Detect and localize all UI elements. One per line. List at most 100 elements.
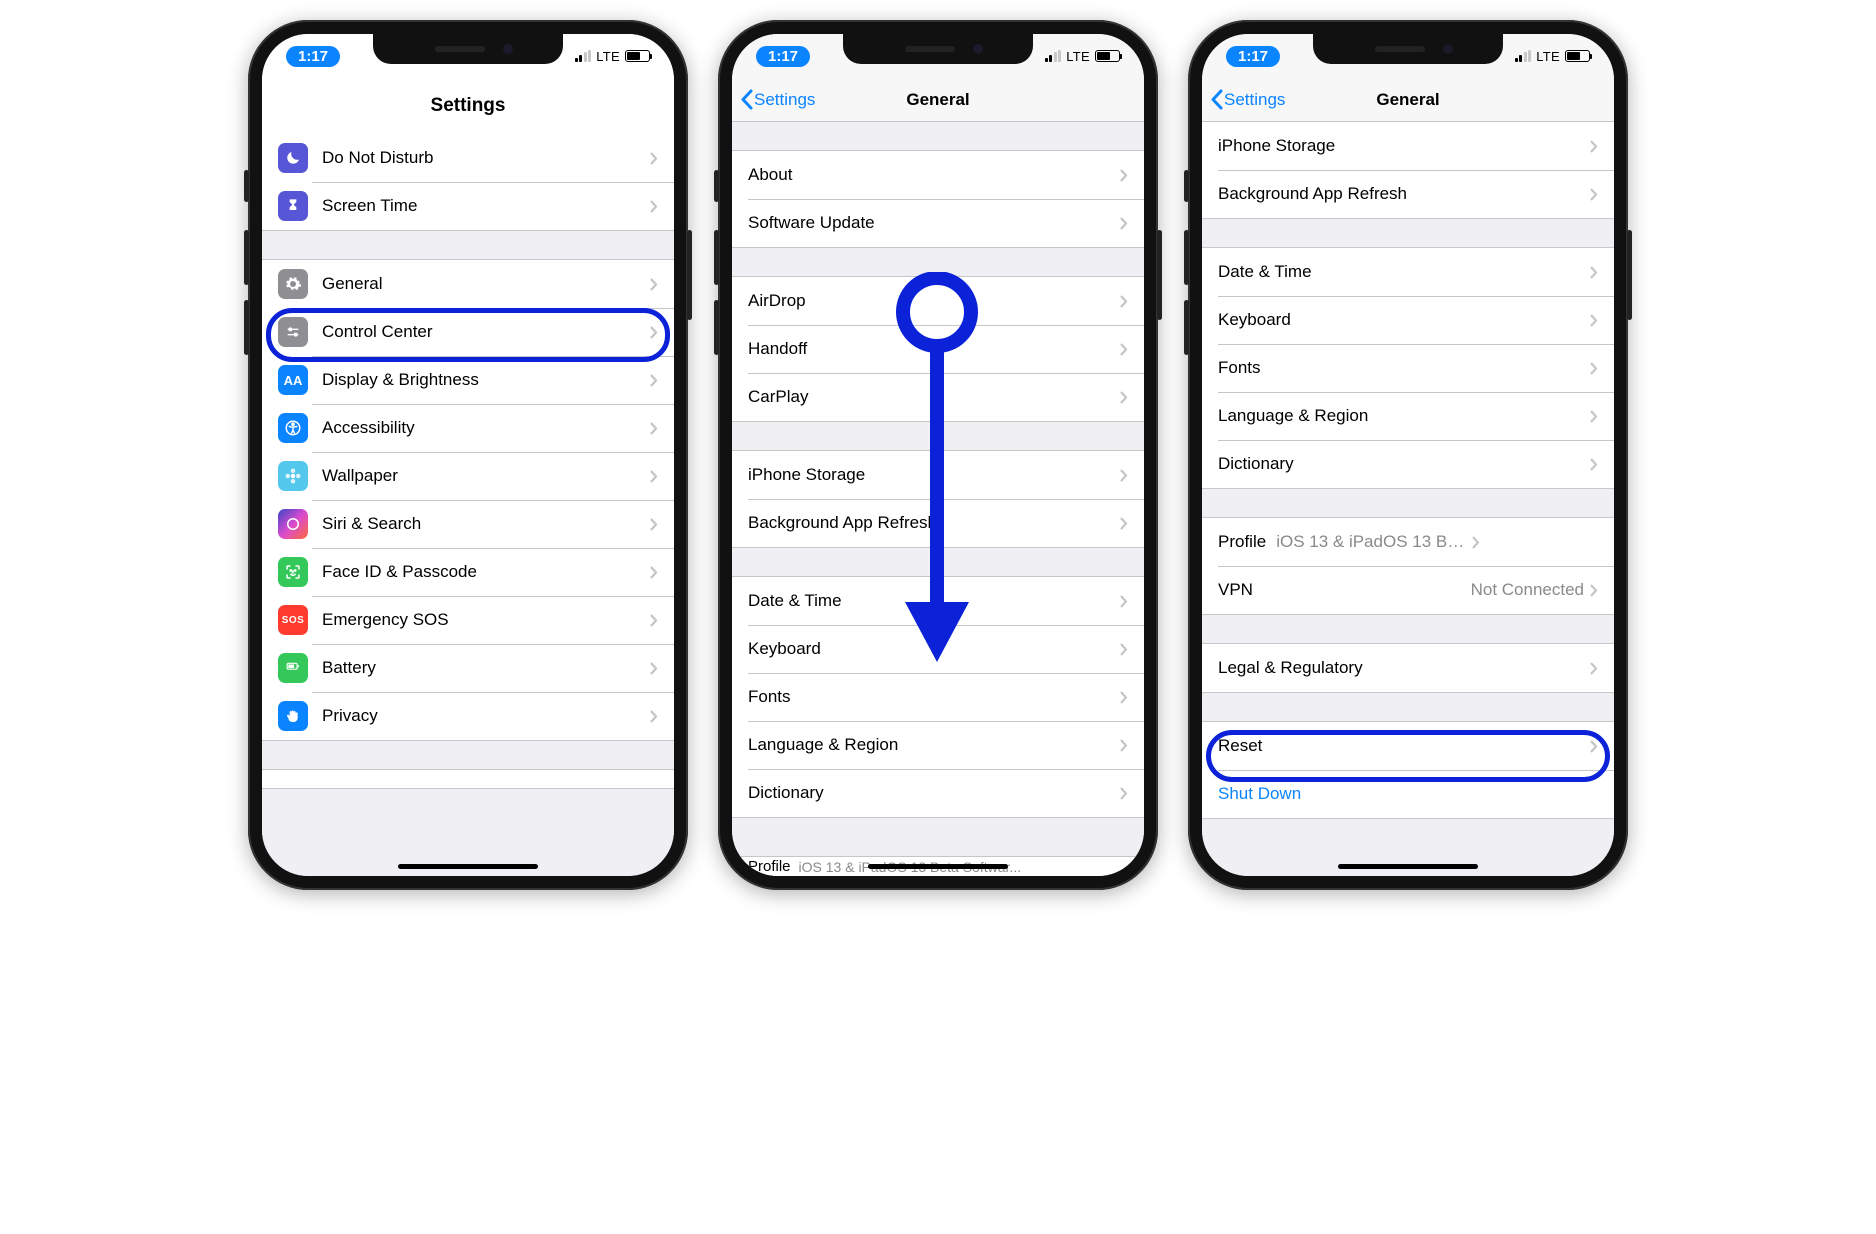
row-handoff[interactable]: Handoff xyxy=(732,325,1144,373)
row-profile[interactable]: Profile iOS 13 & iPadOS 13 Beta Softwar.… xyxy=(1202,518,1614,566)
chevron-right-icon xyxy=(1590,410,1598,423)
row-display-brightness[interactable]: AA Display & Brightness xyxy=(262,356,674,404)
row-face-id[interactable]: Face ID & Passcode xyxy=(262,548,674,596)
row-accessibility[interactable]: Accessibility xyxy=(262,404,674,452)
settings-list[interactable]: Do Not Disturb Screen Time General C xyxy=(262,134,674,876)
carrier-label: LTE xyxy=(1066,49,1090,64)
navbar: Settings General xyxy=(1202,78,1614,122)
row-airdrop[interactable]: AirDrop xyxy=(732,277,1144,325)
chevron-right-icon xyxy=(650,200,658,213)
row-control-center[interactable]: Control Center xyxy=(262,308,674,356)
row-dictionary[interactable]: Dictionary xyxy=(732,769,1144,817)
hand-icon xyxy=(278,701,308,731)
row-keyboard[interactable]: Keyboard xyxy=(732,625,1144,673)
text-size-icon: AA xyxy=(278,365,308,395)
row-reset[interactable]: Reset xyxy=(1202,722,1614,770)
status-time: 1:17 xyxy=(286,46,340,67)
row-vpn[interactable]: VPN Not Connected xyxy=(1202,566,1614,614)
battery-icon xyxy=(1565,50,1590,62)
chevron-right-icon xyxy=(1120,217,1128,230)
home-indicator[interactable] xyxy=(868,864,1008,869)
row-iphone-storage[interactable]: iPhone Storage xyxy=(732,451,1144,499)
carrier-label: LTE xyxy=(596,49,620,64)
row-fonts[interactable]: Fonts xyxy=(732,673,1144,721)
row-fonts[interactable]: Fonts xyxy=(1202,344,1614,392)
page-title: Settings xyxy=(431,95,506,117)
home-indicator[interactable] xyxy=(398,864,538,869)
chevron-right-icon xyxy=(1120,739,1128,752)
phone-1: 1:17 LTE Settings Do Not Disturb Screen xyxy=(248,20,688,890)
row-legal-regulatory[interactable]: Legal & Regulatory xyxy=(1202,644,1614,692)
chevron-right-icon xyxy=(1590,188,1598,201)
row-siri-search[interactable]: Siri & Search xyxy=(262,500,674,548)
chevron-right-icon xyxy=(1120,169,1128,182)
row-background-refresh[interactable]: Background App Refresh xyxy=(732,499,1144,547)
row-battery[interactable]: Battery xyxy=(262,644,674,692)
chevron-left-icon xyxy=(1210,89,1223,110)
navbar: Settings General xyxy=(732,78,1144,122)
chevron-right-icon xyxy=(1590,314,1598,327)
row-carplay[interactable]: CarPlay xyxy=(732,373,1144,421)
siri-icon xyxy=(278,509,308,539)
row-iphone-storage[interactable]: iPhone Storage xyxy=(1202,122,1614,170)
row-shut-down[interactable]: Shut Down xyxy=(1202,770,1614,818)
row-date-time[interactable]: Date & Time xyxy=(732,577,1144,625)
face-id-icon xyxy=(278,557,308,587)
row-keyboard[interactable]: Keyboard xyxy=(1202,296,1614,344)
row-general[interactable]: General xyxy=(262,260,674,308)
row-wallpaper[interactable]: Wallpaper xyxy=(262,452,674,500)
chevron-right-icon xyxy=(650,278,658,291)
chevron-right-icon xyxy=(1590,362,1598,375)
chevron-right-icon xyxy=(1472,536,1480,549)
row-background-refresh[interactable]: Background App Refresh xyxy=(1202,170,1614,218)
signal-icon xyxy=(1045,51,1062,62)
notch xyxy=(373,34,563,64)
chevron-right-icon xyxy=(1590,266,1598,279)
chevron-right-icon xyxy=(650,566,658,579)
chevron-right-icon xyxy=(650,422,658,435)
chevron-right-icon xyxy=(1590,140,1598,153)
row-language-region[interactable]: Language & Region xyxy=(732,721,1144,769)
row-dictionary[interactable]: Dictionary xyxy=(1202,440,1614,488)
chevron-right-icon xyxy=(650,374,658,387)
chevron-right-icon xyxy=(1120,595,1128,608)
signal-icon xyxy=(575,51,592,62)
row-emergency-sos[interactable]: SOS Emergency SOS xyxy=(262,596,674,644)
chevron-right-icon xyxy=(1120,643,1128,656)
row-about[interactable]: About xyxy=(732,151,1144,199)
chevron-left-icon xyxy=(740,89,753,110)
row-language-region[interactable]: Language & Region xyxy=(1202,392,1614,440)
general-list[interactable]: About Software Update AirDrop Handoff Ca… xyxy=(732,122,1144,876)
flower-icon xyxy=(278,461,308,491)
chevron-right-icon xyxy=(650,710,658,723)
notch xyxy=(1313,34,1503,64)
row-screen-time[interactable]: Screen Time xyxy=(262,182,674,230)
chevron-right-icon xyxy=(650,470,658,483)
chevron-right-icon xyxy=(1590,458,1598,471)
status-time: 1:17 xyxy=(1226,46,1280,67)
page-title: General xyxy=(906,90,969,110)
chevron-right-icon xyxy=(1120,517,1128,530)
hourglass-icon xyxy=(278,191,308,221)
back-button[interactable]: Settings xyxy=(740,89,815,110)
row-date-time[interactable]: Date & Time xyxy=(1202,248,1614,296)
chevron-right-icon xyxy=(650,326,658,339)
chevron-right-icon xyxy=(1120,295,1128,308)
chevron-right-icon xyxy=(1120,343,1128,356)
row-do-not-disturb[interactable]: Do Not Disturb xyxy=(262,134,674,182)
sos-icon: SOS xyxy=(278,605,308,635)
accessibility-icon xyxy=(278,413,308,443)
status-time: 1:17 xyxy=(756,46,810,67)
battery-icon xyxy=(625,50,650,62)
notch xyxy=(843,34,1033,64)
chevron-right-icon xyxy=(650,614,658,627)
moon-icon xyxy=(278,143,308,173)
general-list-scrolled[interactable]: iPhone Storage Background App Refresh Da… xyxy=(1202,122,1614,876)
home-indicator[interactable] xyxy=(1338,864,1478,869)
carrier-label: LTE xyxy=(1536,49,1560,64)
gear-icon xyxy=(278,269,308,299)
row-software-update[interactable]: Software Update xyxy=(732,199,1144,247)
back-button[interactable]: Settings xyxy=(1210,89,1285,110)
chevron-right-icon xyxy=(1590,584,1598,597)
row-privacy[interactable]: Privacy xyxy=(262,692,674,740)
